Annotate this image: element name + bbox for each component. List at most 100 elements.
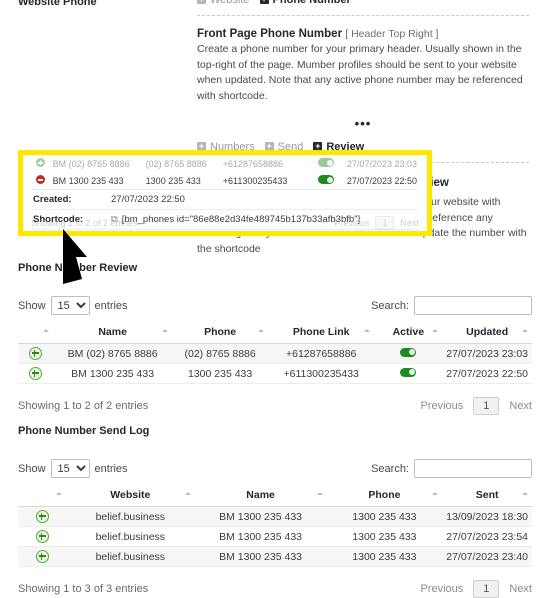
expand-row-icon[interactable]: [35, 530, 49, 543]
review-previous-button[interactable]: Previous: [420, 400, 463, 412]
expand-row-icon[interactable]: [28, 347, 42, 360]
sendlog-previous-button[interactable]: Previous: [420, 583, 463, 595]
table-row[interactable]: BM 1300 235 433 1300 235 433 +6113002354…: [18, 363, 532, 384]
detail-created-label: Created:: [33, 194, 72, 205]
review-page-1-button[interactable]: 1: [473, 397, 500, 415]
table-row[interactable]: BM (02) 8765 8886 (02) 8765 8886 +612876…: [31, 155, 419, 172]
section-description: Create a phone number for your primary h…: [197, 43, 523, 102]
section-heading: Front Page Phone Number [ Header Top Rig…: [197, 28, 529, 40]
highlighted-detail-panel: BM (02) 8765 8886 (02) 8765 8886 +612876…: [18, 150, 432, 236]
sendlog-table: Website Name Phone Sent belief.business …: [18, 486, 532, 567]
review-length-control: Show 15 entries: [18, 296, 128, 315]
sendlog-entries-label: entries: [94, 462, 128, 475]
table-row[interactable]: BM 1300 235 433 1300 235 433 +6113002354…: [31, 172, 419, 190]
expand-cell: [18, 546, 67, 567]
review-entries-info: Showing 1 to 2 of 2 entries: [18, 400, 149, 412]
row-updated: 27/07/2023 23:03: [346, 158, 417, 169]
table-row[interactable]: belief.business BM 1300 235 433 1300 235…: [18, 506, 532, 527]
review-next-button[interactable]: Next: [509, 400, 532, 412]
sendlog-col-expand[interactable]: [18, 486, 67, 507]
review-table: Name Phone Phone Link Active Updated BM …: [18, 323, 532, 384]
sendlog-page-1-button[interactable]: 1: [473, 580, 500, 598]
sendlog-table-body: belief.business BM 1300 235 433 1300 235…: [18, 506, 532, 567]
row-active-cell: [308, 155, 345, 172]
cell-name: BM 1300 235 433: [194, 506, 327, 527]
phone-number-review-title: Phone Number Review: [18, 262, 138, 274]
review-show-label: Show: [18, 299, 46, 312]
cell-phone: 1300 235 433: [326, 526, 443, 547]
cell-phone: (02) 8765 8886: [172, 343, 268, 364]
cell-phone-link: +611300235433: [267, 363, 375, 384]
cell-website: belief.business: [66, 546, 195, 567]
row-phone: 1300 235 433: [143, 172, 221, 190]
more-options-ellipsis[interactable]: •••: [197, 116, 529, 131]
detail-created-value: 27/07/2023 22:50: [111, 194, 185, 205]
review-col-phone[interactable]: Phone: [172, 323, 268, 344]
tab-phone-number[interactable]: + Phone Number: [259, 0, 351, 6]
tab-phone-number-label: Phone Number: [272, 0, 351, 6]
cell-phone: 1300 235 433: [326, 506, 443, 527]
expand-cell: [18, 506, 67, 527]
status-enabled-icon[interactable]: [36, 158, 46, 167]
review-length-select[interactable]: 15: [50, 296, 90, 315]
sendlog-show-label: Show: [18, 462, 46, 475]
sendlog-length-select[interactable]: 15: [50, 459, 90, 478]
cell-active: [374, 363, 443, 384]
overlay-entries-info: Showing 1 to 2 of 2 entries: [31, 218, 138, 228]
active-toggle[interactable]: [318, 158, 335, 167]
active-toggle[interactable]: [318, 175, 335, 184]
sendlog-search-label: Search:: [371, 462, 409, 475]
cell-name: BM 1300 235 433: [194, 526, 327, 547]
expand-row-icon[interactable]: [35, 550, 49, 563]
phone-number-send-log-title: Phone Number Send Log: [18, 425, 150, 437]
row-phone-link: +61287658886: [222, 158, 284, 169]
sendlog-next-button[interactable]: Next: [509, 583, 532, 595]
sendlog-length-control: Show 15 entries: [18, 459, 128, 478]
review-table-head: Name Phone Phone Link Active Updated: [18, 323, 532, 344]
review-search-input[interactable]: [414, 296, 532, 315]
sendlog-search-input[interactable]: [414, 459, 532, 478]
sendlog-col-phone[interactable]: Phone: [326, 486, 443, 507]
sendlog-col-website[interactable]: Website: [66, 486, 195, 507]
active-toggle[interactable]: [400, 367, 417, 377]
table-row[interactable]: BM (02) 8765 8886 (02) 8765 8886 +612876…: [18, 343, 532, 364]
active-toggle[interactable]: [400, 347, 417, 357]
overlay-previous-button[interactable]: Previous: [334, 218, 369, 228]
cell-website: belief.business: [66, 526, 195, 547]
review-search-control: Search:: [371, 296, 532, 315]
cell-website: belief.business: [66, 506, 195, 527]
overlay-mini-table: BM (02) 8765 8886 (02) 8765 8886 +612876…: [31, 155, 419, 190]
status-collapse-icon[interactable]: [36, 175, 46, 184]
row-name: BM (02) 8765 8886: [52, 158, 130, 169]
phone-number-review-block: Phone Number Review Show 15 entries Sear…: [18, 262, 532, 415]
section-heading-title: Front Page Phone Number: [197, 28, 343, 40]
review-col-expand[interactable]: [18, 323, 53, 344]
sendlog-table-footer: Showing 1 to 3 of 3 entries Previous 1 N…: [18, 580, 532, 598]
review-col-active[interactable]: Active: [374, 323, 443, 344]
review-pagination: Previous 1 Next: [420, 397, 532, 415]
overlay-next-button[interactable]: Next: [400, 218, 419, 228]
cell-sent: 13/09/2023 18:30: [442, 506, 532, 527]
sendlog-col-sent[interactable]: Sent: [442, 486, 532, 507]
review-col-updated[interactable]: Updated: [442, 323, 532, 344]
row-name: BM 1300 235 433: [50, 172, 144, 190]
plus-square-icon: +: [197, 0, 206, 4]
sendlog-col-name[interactable]: Name: [194, 486, 327, 507]
overlay-page-1-button[interactable]: 1: [375, 216, 395, 230]
status-icon-cell: [31, 155, 51, 172]
cell-name: BM 1300 235 433: [194, 546, 327, 567]
expand-row-icon[interactable]: [35, 510, 49, 523]
primary-tab-row: + Website + Phone Number: [197, 0, 529, 6]
cell-name: BM 1300 235 433: [52, 363, 173, 384]
cell-phone-link: +61287658886: [267, 343, 375, 364]
cell-sent: 27/07/2023 23:40: [442, 546, 532, 567]
expand-row-icon[interactable]: [28, 367, 42, 380]
review-col-phone-link[interactable]: Phone Link: [267, 323, 375, 344]
review-header-row: Name Phone Phone Link Active Updated: [18, 323, 532, 344]
overlay-pagination: Previous 1 Next: [334, 216, 419, 230]
review-col-name[interactable]: Name: [52, 323, 173, 344]
table-row[interactable]: belief.business BM 1300 235 433 1300 235…: [18, 546, 532, 567]
row-phone-link: +611300235433: [220, 172, 308, 190]
table-row[interactable]: belief.business BM 1300 235 433 1300 235…: [18, 526, 532, 547]
tab-website[interactable]: + Website: [197, 0, 250, 6]
